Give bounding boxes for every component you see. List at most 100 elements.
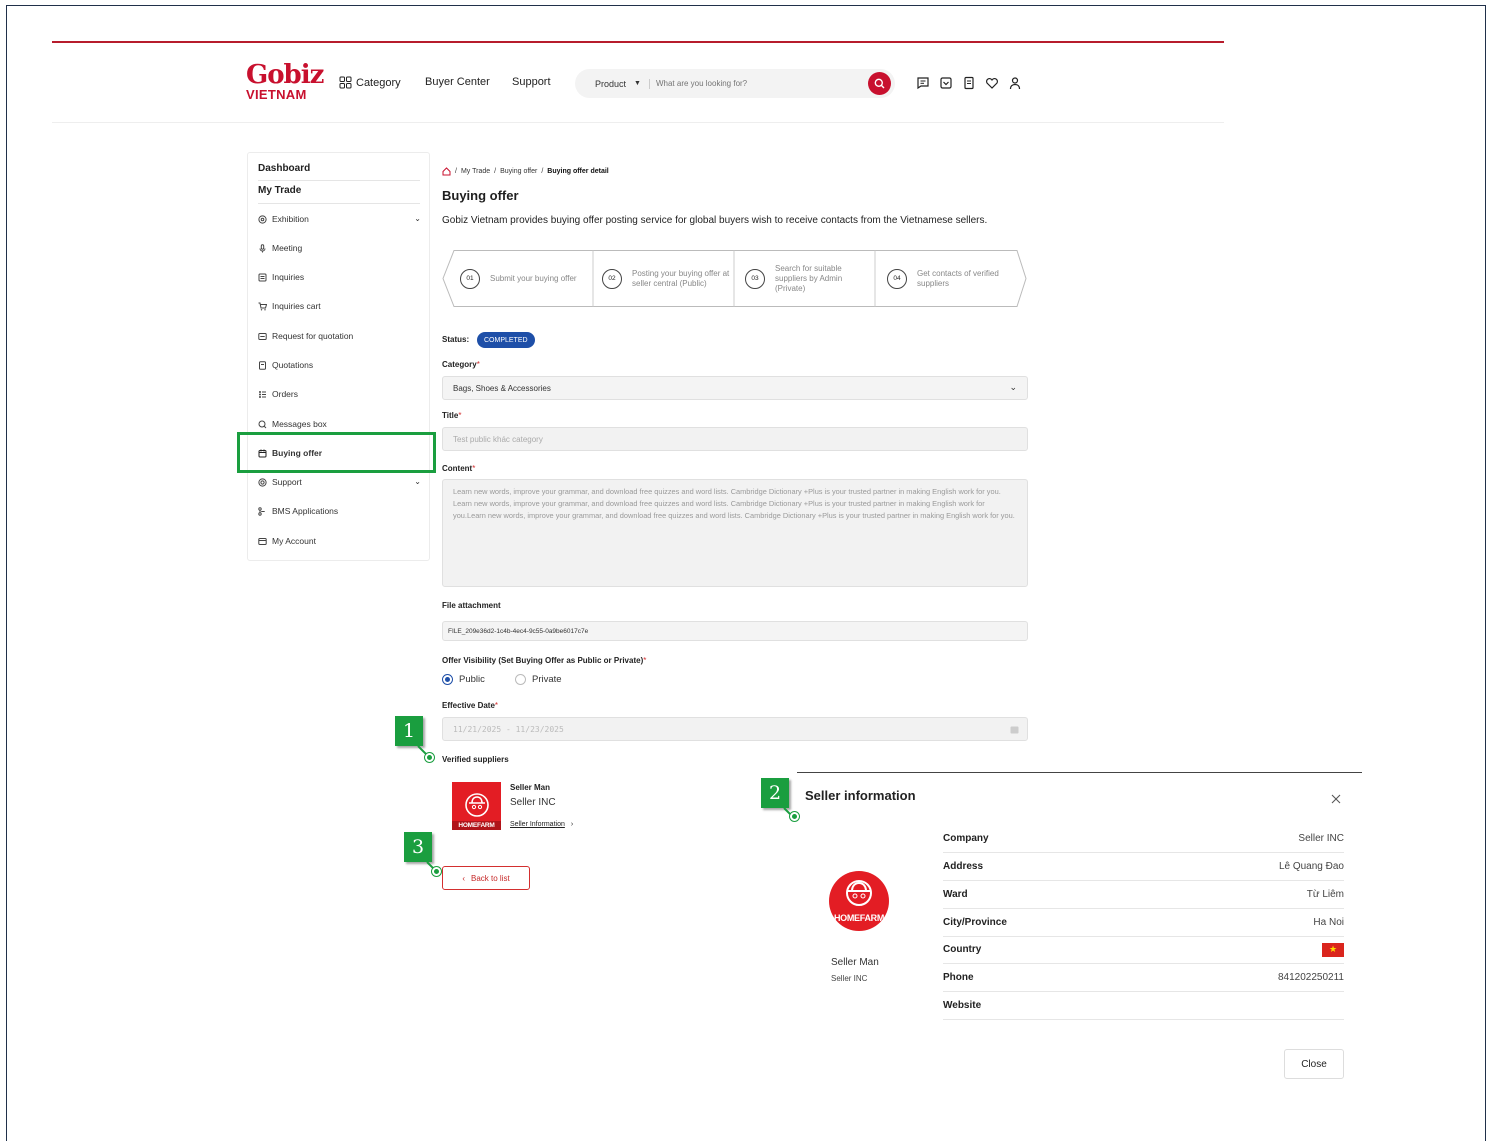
modal-row-company: Company Seller INC bbox=[943, 825, 1344, 853]
logo-text: Gobiz bbox=[246, 60, 324, 90]
visibility-label: Offer Visibility (Set Buying Offer as Pu… bbox=[442, 656, 646, 665]
gobiz-logo[interactable]: Gobiz VIETNAM bbox=[246, 60, 324, 102]
step-text: Get contacts of verified suppliers bbox=[917, 268, 999, 288]
row-value: Lê Quang Đao bbox=[1278, 861, 1344, 872]
sidebar-divider bbox=[258, 180, 420, 181]
file-attachment-value[interactable]: FILE_209e36d2-1c4b-4ec4-9c55-0a9be6017c7… bbox=[442, 621, 1028, 641]
sidebar-item-support[interactable]: Support ⌄ bbox=[258, 474, 423, 490]
sidebar-item-orders[interactable]: Orders bbox=[258, 386, 423, 402]
account-icon bbox=[258, 537, 267, 546]
nav-category[interactable]: Category bbox=[339, 76, 401, 89]
document-icon[interactable] bbox=[962, 76, 976, 90]
chevron-down-icon: ⌄ bbox=[414, 214, 421, 223]
back-to-list-label: Back to list bbox=[470, 873, 510, 883]
title-input[interactable]: Test public khác category bbox=[442, 427, 1028, 451]
breadcrumb-my-trade[interactable]: My Trade bbox=[461, 168, 490, 175]
user-icon[interactable] bbox=[1008, 76, 1022, 90]
sidebar-item-label: Request for quotation bbox=[272, 331, 354, 341]
header-divider bbox=[52, 122, 1224, 123]
sidebar-dashboard[interactable]: Dashboard bbox=[258, 163, 310, 174]
content-textarea[interactable]: Learn new words, improve your grammar, a… bbox=[442, 479, 1028, 587]
modal-seller-name: Seller Man bbox=[831, 957, 879, 968]
page-title: Buying offer bbox=[442, 188, 519, 203]
nav-buyer-center[interactable]: Buyer Center bbox=[425, 76, 490, 88]
annotation-dot bbox=[425, 753, 434, 762]
chevron-right-icon: › bbox=[570, 821, 574, 828]
step-text: Submit your buying offer bbox=[490, 273, 577, 283]
step-number: 03 bbox=[745, 268, 765, 289]
seller-avatar-text: HOMEFARM bbox=[833, 913, 885, 923]
required-asterisk: * bbox=[494, 701, 499, 710]
calendar-icon bbox=[1010, 726, 1019, 734]
radio-checked-icon bbox=[442, 674, 453, 685]
nav-support-label: Support bbox=[512, 76, 551, 88]
heart-icon[interactable] bbox=[985, 76, 999, 90]
inbox-download-icon[interactable] bbox=[939, 76, 953, 90]
search-scope[interactable]: Product bbox=[595, 79, 626, 89]
breadcrumb-buying-offer[interactable]: Buying offer bbox=[500, 168, 537, 175]
caret-down-icon[interactable]: ▼ bbox=[634, 80, 641, 87]
sidebar-item-label: Support bbox=[272, 477, 302, 487]
sidebar-item-messages-box[interactable]: Messages box bbox=[258, 416, 423, 432]
sidebar-item-label: My Account bbox=[272, 536, 316, 546]
visibility-label-text: Offer Visibility (Set Buying Offer as Pu… bbox=[442, 656, 644, 665]
seller-information-link[interactable]: Seller Information › bbox=[510, 821, 573, 828]
radio-public[interactable]: Public bbox=[442, 674, 485, 685]
annotation-dot bbox=[432, 867, 441, 876]
step-number: 02 bbox=[602, 268, 622, 289]
step-number: 01 bbox=[460, 268, 480, 289]
radio-unchecked-icon bbox=[515, 674, 526, 685]
sidebar-item-request-for-quotation[interactable]: Request for quotation bbox=[258, 328, 423, 344]
home-icon[interactable] bbox=[442, 167, 451, 176]
sidebar-item-inquiries-cart[interactable]: Inquiries cart bbox=[258, 298, 423, 314]
sidebar-item-exhibition[interactable]: Exhibition ⌄ bbox=[258, 211, 423, 227]
breadcrumb-separator: / bbox=[455, 168, 457, 175]
title-label: Title* bbox=[442, 411, 461, 420]
sidebar-item-bms-applications[interactable]: BMS Applications bbox=[258, 503, 423, 519]
sidebar-item-quotations[interactable]: Quotations bbox=[258, 357, 423, 373]
row-key: Ward bbox=[943, 889, 968, 900]
category-select[interactable]: Bags, Shoes & Accessories ⌄ bbox=[442, 376, 1028, 400]
nav-buyer-center-label: Buyer Center bbox=[425, 76, 490, 88]
search-separator bbox=[648, 78, 650, 89]
step-2: 02 Posting your buying offer at seller c… bbox=[602, 250, 732, 307]
back-to-list-button[interactable]: ‹ Back to list bbox=[442, 866, 530, 890]
effective-date-input[interactable]: 11/21/2025 - 11/23/2025 bbox=[442, 717, 1028, 741]
chevron-down-icon: ⌄ bbox=[1009, 382, 1017, 392]
modal-seller-company: Seller INC bbox=[831, 974, 868, 983]
annotation-marker-3: 3 bbox=[404, 832, 432, 862]
sidebar-item-my-account[interactable]: My Account bbox=[258, 533, 423, 549]
effective-date-label-text: Effective Date bbox=[442, 701, 495, 710]
chevron-down-icon: ⌄ bbox=[414, 477, 421, 486]
nav-support[interactable]: Support bbox=[512, 76, 551, 88]
messages-icon bbox=[258, 420, 267, 429]
modal-row-country: Country ★ bbox=[943, 936, 1344, 964]
close-button[interactable]: Close bbox=[1284, 1049, 1344, 1079]
seller-avatar: HOMEFARM bbox=[829, 871, 889, 931]
supplier-logo-text: HOMEFARM bbox=[452, 821, 501, 830]
sidebar-item-label: Messages box bbox=[272, 419, 327, 429]
seller-information-link-label: Seller Information bbox=[510, 821, 565, 828]
radio-private[interactable]: Private bbox=[515, 674, 562, 685]
grid-icon bbox=[339, 76, 352, 89]
gear-icon bbox=[258, 214, 267, 224]
modal-row-website: Website bbox=[943, 992, 1344, 1020]
search-icon bbox=[874, 78, 885, 89]
row-key: Company bbox=[943, 833, 989, 844]
sidebar-my-trade[interactable]: My Trade bbox=[258, 185, 301, 196]
sidebar-item-label: Meeting bbox=[272, 243, 303, 253]
step-text: Posting your buying offer at seller cent… bbox=[632, 268, 730, 288]
breadcrumb-separator: / bbox=[541, 168, 544, 175]
sidebar-item-meeting[interactable]: Meeting bbox=[258, 240, 423, 256]
step-4: 04 Get contacts of verified suppliers bbox=[887, 250, 1012, 307]
search-button[interactable] bbox=[868, 72, 891, 95]
modal-row-phone: Phone 841202250211 bbox=[943, 964, 1344, 992]
radio-public-label: Public bbox=[459, 674, 485, 685]
close-icon[interactable] bbox=[1330, 792, 1342, 804]
sidebar-item-inquiries[interactable]: Inquiries bbox=[258, 269, 423, 285]
chat-icon[interactable] bbox=[916, 76, 930, 90]
modal-row-city: City/Province Ha Noi bbox=[943, 909, 1344, 937]
verified-suppliers-label: Verified suppliers bbox=[442, 755, 509, 764]
status-badge: COMPLETED bbox=[477, 332, 535, 348]
search-input[interactable] bbox=[655, 79, 856, 88]
